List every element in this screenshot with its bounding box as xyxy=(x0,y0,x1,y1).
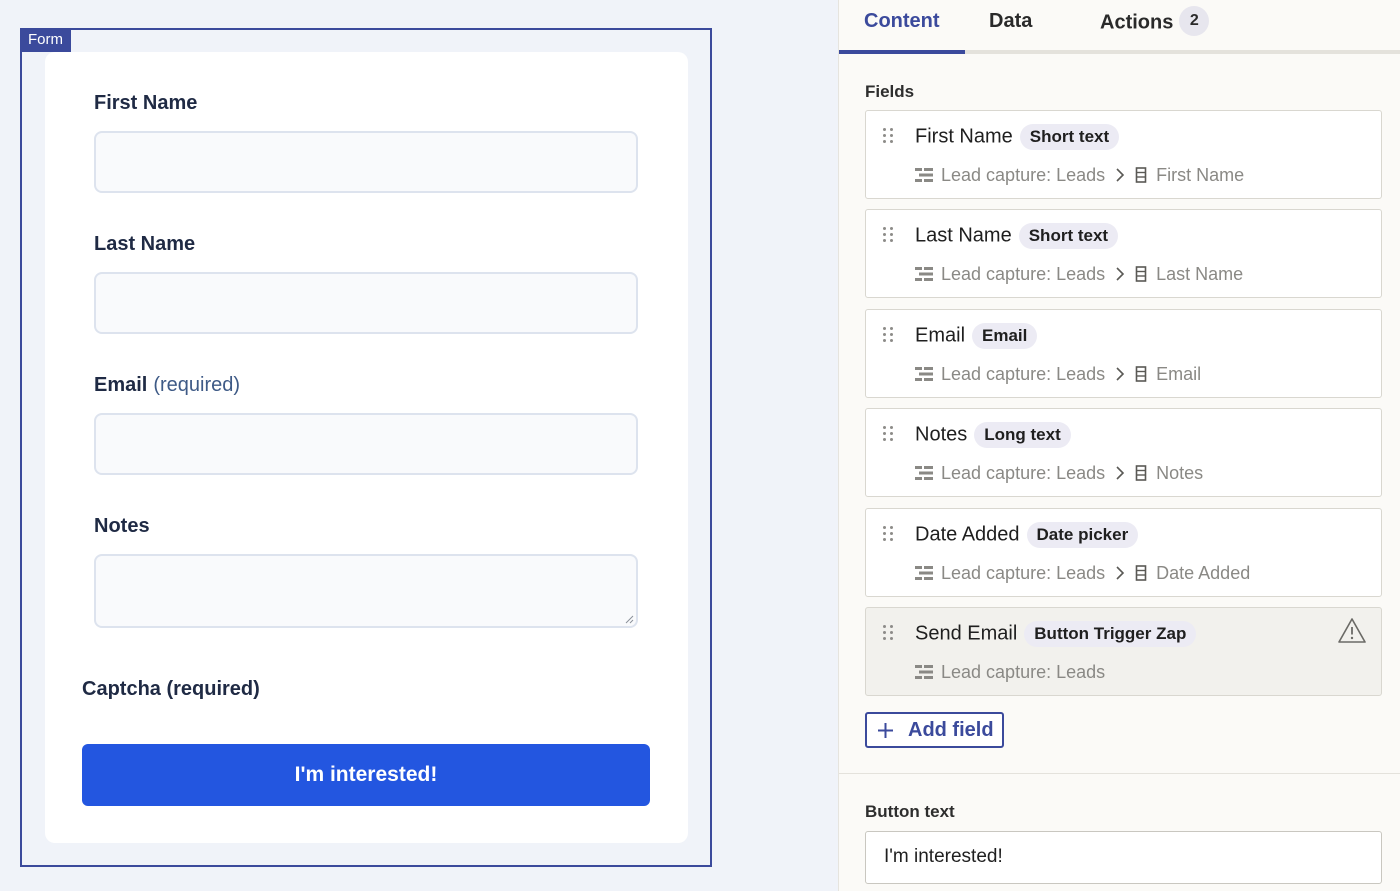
add-field-button[interactable]: Add field xyxy=(865,712,1004,748)
column-icon xyxy=(1135,465,1147,482)
field-source-path: Lead capture: Leads Notes xyxy=(915,462,1203,484)
form-block[interactable]: Form First Name Last Name Email (required… xyxy=(20,28,712,867)
field-label-notes: Notes xyxy=(94,515,150,538)
tab-data[interactable]: Data xyxy=(989,10,1032,33)
chevron-right-icon xyxy=(1116,566,1125,580)
last-name-input[interactable] xyxy=(94,272,638,334)
field-table-name: Lead capture: Leads xyxy=(941,562,1106,583)
field-source-path: Lead capture: Leads Date Added xyxy=(915,562,1250,584)
field-table-name: Lead capture: Leads xyxy=(941,363,1106,384)
field-card[interactable]: Date Added Date picker Lead capture: Lead… xyxy=(865,508,1382,597)
fields-heading: Fields xyxy=(865,82,915,101)
drag-handle-icon[interactable] xyxy=(883,526,895,544)
field-table-name: Lead capture: Leads xyxy=(941,164,1106,185)
field-card[interactable]: First Name Short text Lead capture: Leads… xyxy=(865,110,1382,199)
field-card-title: Email Email xyxy=(915,323,1038,349)
settings-panel: Content Data Actions 2 Fields First Name S… xyxy=(838,0,1400,891)
drag-handle-icon[interactable] xyxy=(883,227,895,245)
field-label-first-name: First Name xyxy=(94,92,197,115)
column-icon xyxy=(1135,167,1147,184)
field-label-email: Email (required) xyxy=(94,374,240,397)
field-card-title: Notes Long text xyxy=(915,422,1071,448)
field-card-title: Date Added Date picker xyxy=(915,522,1139,548)
field-source-path: Lead capture: Leads Email xyxy=(915,363,1201,385)
field-column-name: Notes xyxy=(1156,462,1204,483)
actions-count-badge: 2 xyxy=(1179,6,1210,36)
column-icon xyxy=(1135,266,1147,283)
field-card-title: Last Name Short text xyxy=(915,223,1119,249)
field-label-text: Last Name xyxy=(94,233,196,255)
tab-content[interactable]: Content xyxy=(864,10,940,33)
form-block-tag: Form xyxy=(20,28,71,52)
field-type-badge: Long text xyxy=(974,422,1071,448)
field-card-title: First Name Short text xyxy=(915,124,1120,150)
field-table-name: Lead capture: Leads xyxy=(941,263,1106,284)
tab-actions[interactable]: Actions 2 xyxy=(1100,6,1210,38)
field-name: Notes xyxy=(915,423,968,446)
table-icon xyxy=(915,168,933,183)
field-card[interactable]: Email Email Lead capture: Leads Email xyxy=(865,309,1382,398)
button-text-heading: Button text xyxy=(865,802,955,821)
add-field-label: Add field xyxy=(908,719,994,741)
field-table-name: Lead capture: Leads xyxy=(941,462,1106,483)
resize-grip-icon[interactable] xyxy=(624,614,634,624)
field-source-path: Lead capture: Leads Last Name xyxy=(915,263,1243,285)
field-card[interactable]: Notes Long text Lead capture: Leads Notes xyxy=(865,408,1382,497)
drag-handle-icon[interactable] xyxy=(883,327,895,345)
form-card: First Name Last Name Email (required) Not… xyxy=(45,52,688,843)
captcha-label: Captcha (required) xyxy=(82,678,260,700)
field-type-badge: Short text xyxy=(1018,223,1119,249)
field-name: Last Name xyxy=(915,224,1012,247)
field-type-badge: Date picker xyxy=(1026,522,1139,548)
tab-actions-label: Actions xyxy=(1100,11,1174,34)
table-icon xyxy=(915,466,933,481)
submit-button[interactable]: I'm interested! xyxy=(82,744,650,806)
table-icon xyxy=(915,267,933,282)
warning-triangle-icon[interactable] xyxy=(1337,617,1367,645)
plus-icon xyxy=(878,723,893,738)
field-name: First Name xyxy=(915,125,1013,148)
field-card-title: Send Email Button Trigger Zap xyxy=(915,621,1197,647)
field-label-text: Email xyxy=(94,374,148,396)
field-column-name: Email xyxy=(1156,363,1202,384)
section-divider xyxy=(839,773,1400,774)
chevron-right-icon xyxy=(1116,267,1125,281)
editor-canvas: Form First Name Last Name Email (required… xyxy=(0,0,838,891)
field-label-text: First Name xyxy=(94,92,198,114)
drag-handle-icon[interactable] xyxy=(883,426,895,444)
column-icon xyxy=(1135,565,1147,582)
field-name: Email xyxy=(915,324,966,347)
field-table-name: Lead capture: Leads xyxy=(941,661,1106,682)
chevron-right-icon xyxy=(1116,168,1125,182)
required-indicator: (required) xyxy=(153,374,241,396)
drag-handle-icon[interactable] xyxy=(883,625,895,643)
field-card[interactable]: Send Email Button Trigger Zap Lead captur… xyxy=(865,607,1382,696)
field-card[interactable]: Last Name Short text Lead capture: Leads … xyxy=(865,209,1382,298)
field-type-badge: Short text xyxy=(1019,124,1120,150)
drag-handle-icon[interactable] xyxy=(883,128,895,146)
table-icon xyxy=(915,566,933,581)
field-label-text: Notes xyxy=(94,515,150,537)
field-type-badge: Email xyxy=(972,323,1038,349)
field-name: Send Email xyxy=(915,622,1018,645)
active-tab-indicator xyxy=(839,50,965,54)
field-source-path: Lead capture: Leads First Name xyxy=(915,164,1244,186)
field-label-last-name: Last Name xyxy=(94,233,195,256)
field-type-badge: Button Trigger Zap xyxy=(1024,621,1197,647)
field-column-name: Last Name xyxy=(1156,263,1244,284)
chevron-right-icon xyxy=(1116,466,1125,480)
column-icon xyxy=(1135,366,1147,383)
email-input[interactable] xyxy=(94,413,638,475)
field-name: Date Added xyxy=(915,523,1020,546)
notes-textarea[interactable] xyxy=(94,554,638,628)
panel-tabs: Content Data Actions 2 xyxy=(839,0,1400,54)
field-column-name: Date Added xyxy=(1156,562,1251,583)
button-text-input[interactable]: I'm interested! xyxy=(865,831,1382,884)
first-name-input[interactable] xyxy=(94,131,638,193)
table-icon xyxy=(915,665,933,680)
chevron-right-icon xyxy=(1116,367,1125,381)
table-icon xyxy=(915,367,933,382)
field-column-name: First Name xyxy=(1156,164,1245,185)
field-source-path: Lead capture: Leads xyxy=(915,661,1105,683)
